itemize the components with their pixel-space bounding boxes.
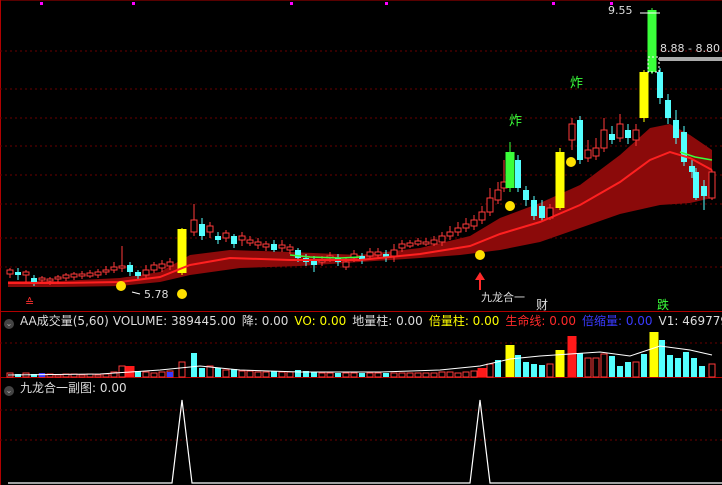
- die-label: 跌: [657, 298, 670, 312]
- stock-chart-canvas[interactable]: ≙: [0, 0, 722, 485]
- svg-text:≙: ≙: [25, 296, 34, 309]
- volume-panel-title[interactable]: AA成交量(5,60): [20, 314, 109, 328]
- volume-field: VOLUME: 389445.00: [112, 314, 236, 328]
- signal-label-1: 炸: [509, 114, 523, 129]
- sub-panel-value: 0.00: [99, 381, 127, 395]
- range-label: 8.88 - 8.80: [660, 42, 720, 55]
- volume-fields: VOLUME: 389445.00 降: 0.00 VO: 0.00 地量柱: 0.0…: [113, 314, 722, 328]
- jiulong-label: 九龙合一: [481, 291, 525, 304]
- volume-field: 降: 0.00: [241, 314, 289, 328]
- volume-field: VO: 0.00: [294, 314, 347, 328]
- volume-field: 倍量柱: 0.00: [428, 314, 500, 328]
- volume-panel-header: ⌄ AA成交量(5,60) VOLUME: 389445.00 降: 0.00 VO: …: [0, 312, 722, 330]
- volume-field: 生命线: 0.00: [505, 314, 576, 328]
- volume-field: 地量柱: 0.00: [352, 314, 423, 328]
- volume-field: 倍缩量: 0.00: [581, 314, 653, 328]
- high-price-label: 9.55: [608, 4, 633, 17]
- collapse-toggle-icon-2[interactable]: ⌄: [4, 386, 14, 396]
- low-price-label: 5.78: [144, 288, 169, 301]
- volume-field: V1: 469779.81: [658, 314, 722, 328]
- signal-label-2: 炸: [570, 76, 584, 91]
- collapse-toggle-icon[interactable]: ⌄: [4, 319, 14, 329]
- sub-panel-title[interactable]: 九龙合一副图: [20, 381, 92, 395]
- sub-panel-header: ⌄ 九龙合一副图: 0.00: [4, 381, 127, 396]
- cai-label: 财: [536, 298, 549, 312]
